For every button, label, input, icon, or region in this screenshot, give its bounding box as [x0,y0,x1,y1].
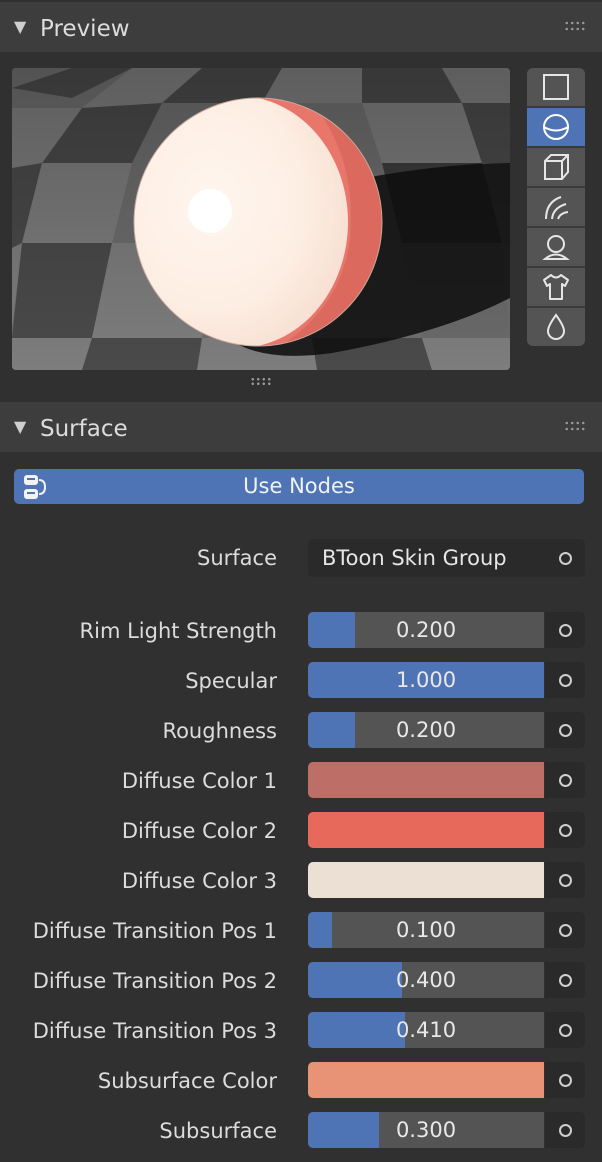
socket-button[interactable] [545,712,585,748]
socket-icon [558,623,572,637]
use-nodes-button[interactable]: Use Nodes [14,469,584,504]
drag-grip-icon[interactable] [564,20,586,32]
shader-input-row: Subsurface Color [0,1062,602,1100]
preview-resize-grip-icon[interactable] [250,377,272,386]
socket-icon [558,773,572,787]
cloth-preview-button[interactable] [527,268,585,306]
value-slider[interactable]: 0.100 [308,912,544,948]
socket-button[interactable] [545,962,585,998]
socket-button[interactable] [545,812,585,848]
shader-input-label: Diffuse Color 1 [121,769,277,793]
shader-input-label: Subsurface Color [97,1069,277,1093]
shader-input-row: Diffuse Transition Pos 2 0.400 [0,962,602,1000]
slider-value: 0.100 [395,918,457,942]
shader-input-row: Diffuse Transition Pos 1 0.100 [0,912,602,950]
socket-button[interactable] [545,762,585,798]
value-slider[interactable]: 0.200 [308,612,544,648]
shader-input-row: Diffuse Transition Pos 3 0.410 [0,1012,602,1050]
shader-input-row: Roughness 0.200 [0,712,602,750]
shader-input-row: Subsurface 0.300 [0,1112,602,1150]
socket-icon [558,1073,572,1087]
preview-type-selector [527,68,585,346]
shader-input-label: Roughness [162,719,277,743]
socket-icon [558,923,572,937]
preview-panel-title: Preview [40,16,130,42]
cube-preview-icon [544,154,569,180]
value-slider[interactable]: 0.400 [308,962,544,998]
socket-icon [558,823,572,837]
color-swatch[interactable] [308,1062,544,1098]
hair-preview-button[interactable] [527,188,585,226]
shader-input-row: Diffuse Color 1 [0,762,602,800]
socket-icon[interactable] [559,552,572,565]
surface-panel-title: Surface [40,416,128,442]
shader-input-label: Specular [185,669,277,693]
flat-preview-button[interactable] [527,68,585,106]
preview-render [12,68,510,370]
shader-input-row: Specular 1.000 [0,662,602,700]
slider-value: 0.410 [395,1018,457,1042]
shader-input-label: Subsurface [159,1119,277,1143]
monkey-preview-button[interactable] [527,228,585,266]
sphere-preview-button[interactable] [527,108,585,146]
surface-panel-header[interactable]: ▼ Surface [0,402,602,452]
socket-button[interactable] [545,912,585,948]
shader-input-row: Diffuse Color 3 [0,862,602,900]
shader-input-row: Rim Light Strength 0.200 [0,612,602,650]
node-tree-icon [24,475,47,499]
socket-icon [558,1123,572,1137]
shader-input-label: Diffuse Transition Pos 2 [32,969,277,993]
slider-value: 0.200 [395,718,457,742]
material-preview-viewport [12,68,510,370]
shader-input-label: Diffuse Color 3 [121,869,277,893]
socket-icon [558,723,572,737]
surface-shader-label: Surface [196,546,277,570]
socket-button[interactable] [545,862,585,898]
socket-button[interactable] [545,612,585,648]
socket-icon [558,973,572,987]
preview-panel-header[interactable]: ▼ Preview [0,2,602,52]
drag-grip-icon[interactable] [564,420,586,432]
value-slider[interactable]: 1.000 [308,662,544,698]
surface-shader-value: BToon Skin Group [322,546,507,570]
monkey-preview-icon [542,235,570,260]
shader-input-label: Diffuse Transition Pos 1 [32,919,277,943]
cube-preview-button[interactable] [527,148,585,186]
socket-icon [558,673,572,687]
slider-value: 0.300 [395,1118,457,1142]
socket-button[interactable] [545,1012,585,1048]
surface-shader-row: Surface BToon Skin Group [0,539,602,577]
hair-preview-icon [545,196,569,220]
value-slider[interactable]: 0.200 [308,712,544,748]
fluid-preview-button[interactable] [527,308,585,346]
flat-preview-icon [543,74,569,100]
slider-value: 0.400 [395,968,457,992]
shader-input-label: Diffuse Color 2 [121,819,277,843]
fluid-preview-icon [546,313,566,340]
color-swatch[interactable] [308,812,544,848]
shader-input-label: Diffuse Transition Pos 3 [32,1019,277,1043]
cloth-preview-icon [543,274,569,300]
collapse-arrow-icon[interactable]: ▼ [14,2,26,52]
shader-input-label: Rim Light Strength [79,619,277,643]
socket-button[interactable] [545,1062,585,1098]
shader-input-row: Diffuse Color 2 [0,812,602,850]
collapse-arrow-icon[interactable]: ▼ [14,402,26,452]
socket-button[interactable] [545,662,585,698]
socket-icon [558,1023,572,1037]
value-slider[interactable]: 0.300 [308,1112,544,1148]
sphere-preview-icon [543,114,569,140]
color-swatch[interactable] [308,862,544,898]
value-slider[interactable]: 0.410 [308,1012,544,1048]
socket-button[interactable] [545,1112,585,1148]
slider-value: 1.000 [395,668,457,692]
surface-shader-selector[interactable]: BToon Skin Group [308,539,585,577]
color-swatch[interactable] [308,762,544,798]
use-nodes-label: Use Nodes [243,474,355,498]
slider-value: 0.200 [395,618,457,642]
socket-icon [558,873,572,887]
